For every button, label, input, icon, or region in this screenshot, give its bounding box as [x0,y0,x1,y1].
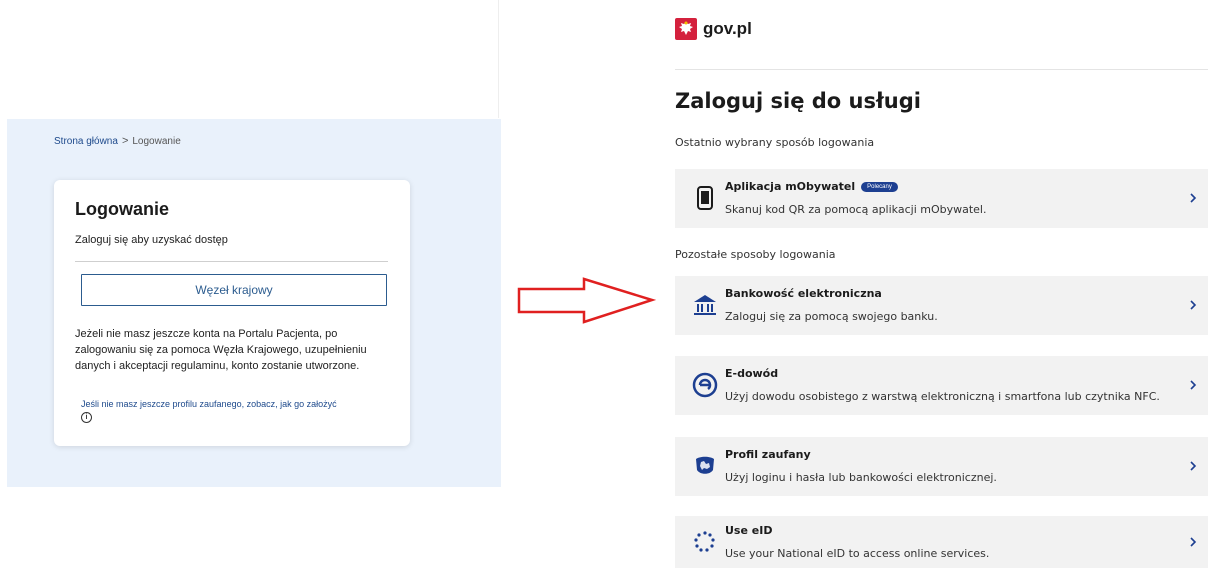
method-description: Skanuj kod QR za pomocą aplikacji mObywa… [725,203,987,216]
login-card: Logowanie Zaloguj się aby uzyskać dostęp… [54,180,410,446]
breadcrumb-current: Logowanie [132,135,181,147]
bank-icon [694,295,716,315]
header-divider [675,69,1208,70]
top-divider [498,0,499,118]
chevron-right-icon [1190,193,1197,203]
portal-pacjenta-panel: Strona główna > Logowanie Logowanie Zalo… [7,119,501,487]
method-name: E-dowód [725,367,779,380]
chevron-right-icon [1190,380,1197,390]
breadcrumb: Strona główna > Logowanie [54,135,181,147]
method-name: Bankowość elektroniczna [725,287,882,300]
login-title: Logowanie [75,199,169,219]
method-name: Aplikacja mObywatel Polecany [725,180,898,193]
method-e-dowod[interactable]: E-dowód Użyj dowodu osobistego z warstwą… [675,356,1208,415]
method-mobywatel[interactable]: Aplikacja mObywatel Polecany Skanuj kod … [675,169,1208,228]
method-profil-zaufany[interactable]: Profil zaufany Użyj loginu i hasła lub b… [675,437,1208,496]
help-link-container: Jeśli nie masz jeszcze profilu zaufanego… [81,399,393,423]
e-id-icon [692,372,718,398]
method-name: Profil zaufany [725,448,811,461]
breadcrumb-separator: > [121,135,129,147]
recommended-badge: Polecany [861,181,898,192]
trusted-profile-help-link[interactable]: Jeśli nie masz jeszcze profilu zaufanego… [81,399,337,409]
trusted-profile-icon [696,456,714,474]
method-bank[interactable]: Bankowość elektroniczna Zaloguj się za p… [675,276,1208,335]
method-description: Użyj loginu i hasła lub bankowości elekt… [725,471,997,484]
method-name-text: Aplikacja mObywatel [725,180,856,193]
chevron-right-icon [1190,461,1197,471]
account-info-text: Jeżeli nie masz jeszcze konta na Portalu… [75,328,367,372]
chevron-right-icon [1190,537,1197,547]
method-use-eid[interactable]: Use eID Use your National eID to access … [675,516,1208,568]
red-arrow-icon [517,277,656,324]
wezel-krajowy-button[interactable]: Węzeł krajowy [81,274,387,306]
method-description: Zaloguj się za pomocą swojego banku. [725,310,938,323]
method-name: Use eID [725,524,773,537]
eu-stars-icon [694,531,715,552]
other-methods-label: Pozostałe sposoby logowania [675,248,836,261]
polish-eagle-emblem-icon [675,18,697,40]
card-divider [75,261,388,262]
breadcrumb-home-link[interactable]: Strona główna [54,136,118,147]
method-description: Użyj dowodu osobistego z warstwą elektro… [725,390,1160,403]
phone-icon [697,186,713,210]
govpl-brand[interactable]: gov.pl [703,19,752,39]
login-subtitle: Zaloguj się aby uzyskać dostęp [75,234,228,246]
chevron-right-icon [1190,300,1197,310]
recent-method-label: Ostatnio wybrany sposób logowania [675,136,875,149]
login-service-title: Zaloguj się do usługi [675,89,921,113]
info-icon[interactable]: i [81,412,92,423]
method-description: Use your National eID to access online s… [725,547,990,560]
govpl-header: gov.pl [675,18,752,40]
